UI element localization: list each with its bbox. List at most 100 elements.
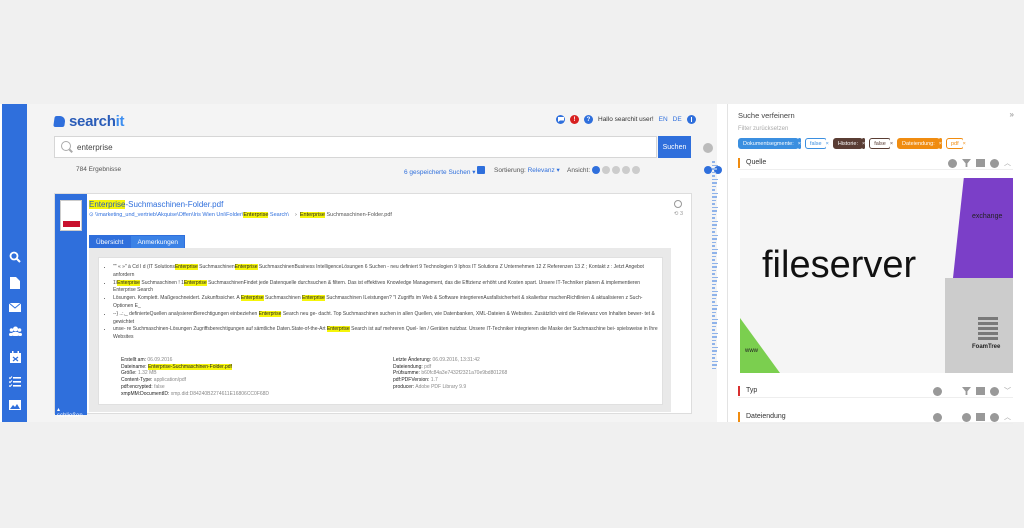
minimap-tick [712, 353, 716, 355]
minimap-tick [712, 206, 718, 208]
image-icon[interactable] [8, 398, 22, 412]
pie-chart-icon[interactable] [948, 158, 957, 168]
view-gallery-icon[interactable] [612, 166, 621, 174]
compass-icon[interactable] [990, 386, 999, 396]
search-button[interactable]: Suchen [658, 136, 691, 158]
meta-row: Prüfsumme: b60fc84a3e7432f2321a70e9bd801… [393, 370, 508, 377]
help-icon[interactable]: ? [584, 115, 593, 124]
metadata-right: Letzte Änderung: 06.09.2016, 13:31:42 Da… [393, 357, 507, 391]
user-greeting[interactable]: Hallo searchit user! [598, 116, 654, 123]
facet-extension[interactable]: Dateiendung ︿ [738, 410, 1013, 424]
folder-icon[interactable] [976, 159, 985, 167]
pie-chart-icon[interactable] [933, 386, 942, 396]
cloud-label-fileserver: fileserver [762, 244, 917, 286]
remove-filter-icon[interactable]: × [825, 138, 829, 149]
view-folder-icon[interactable] [622, 166, 631, 174]
checklist-icon[interactable] [8, 374, 22, 388]
save-icon[interactable] [477, 166, 486, 174]
active-filters: Dokumentsegmente: × false × Historie: × false ×… [738, 138, 966, 149]
tab-notes[interactable]: Anmerkungen [130, 235, 185, 249]
history-count[interactable]: ⟲ 3 [674, 211, 683, 217]
minimap-tick [712, 220, 718, 222]
facet-source[interactable]: Quelle ︿ [738, 156, 1013, 170]
header-actions: ! ? Hallo searchit user! EN DE [556, 115, 696, 124]
document-icon[interactable] [8, 276, 22, 290]
facet-color-bar [738, 386, 740, 396]
refresh-icon[interactable] [962, 412, 971, 422]
result-minimap-scrollbar[interactable] [712, 161, 719, 417]
filter-chip[interactable]: false [869, 138, 891, 149]
result-title[interactable]: Enterprise-Suchmaschinen-Folder.pdf [89, 200, 223, 209]
filter-icon[interactable] [962, 159, 971, 167]
minimap-tick [712, 241, 716, 243]
users-icon[interactable] [8, 324, 22, 338]
remove-filter-icon[interactable]: × [962, 138, 966, 149]
result-tabs: Übersicht Anmerkungen [89, 235, 185, 249]
facet-type[interactable]: Typ ﹀ [738, 384, 1013, 398]
compass-icon[interactable] [990, 158, 999, 168]
chevron-up-icon[interactable]: ︿ [1004, 412, 1011, 422]
tab-overview[interactable]: Übersicht [89, 235, 131, 249]
minimap-tick [712, 290, 718, 292]
facet-color-bar [738, 158, 740, 168]
chevron-down-icon[interactable]: ﹀ [1004, 386, 1011, 396]
metadata-left: Erstellt am: 06.09.2016 Dateiname: Enter… [121, 357, 269, 397]
filter-chip[interactable]: Historie: [832, 138, 863, 149]
calendar-icon[interactable] [8, 350, 22, 364]
alert-icon[interactable]: ! [570, 115, 579, 124]
minimap-tick [712, 262, 718, 264]
facet-color-bar [738, 412, 740, 422]
searchit-logo[interactable]: searchit [53, 112, 124, 130]
source-foamtree[interactable]: fileserver exchange www FoamTree [740, 178, 1013, 373]
remove-filter-icon[interactable]: × [889, 138, 894, 149]
filter-chip[interactable]: pdf [946, 138, 964, 149]
meta-row: Dateiendung: pdf [393, 363, 432, 370]
chat-icon[interactable] [556, 115, 565, 124]
view-list-icon[interactable] [592, 166, 601, 174]
filter-chip[interactable]: Dateiendung: [897, 138, 940, 149]
compass-icon[interactable] [990, 412, 999, 422]
remove-filter-icon[interactable]: × [797, 138, 801, 149]
help-circle-icon[interactable] [686, 115, 696, 124]
minimap-tick [712, 269, 716, 271]
saved-searches-dropdown[interactable]: 6 gespeicherte Suchen ▾ [404, 166, 486, 176]
minimap-tick [712, 210, 717, 212]
minimap-tick [712, 192, 718, 194]
collapse-panel-icon[interactable]: » [1010, 110, 1014, 119]
minimap-tick [712, 287, 715, 289]
search-icon[interactable] [8, 250, 22, 264]
meta-row: Content-Type: application/pdf [121, 377, 187, 384]
cloud-label-www: www [745, 348, 758, 354]
result-path[interactable]: ⊙ \\marketing_und_vertrieb\Akquise\Offen… [89, 212, 392, 218]
folder-icon[interactable] [976, 413, 985, 421]
minimap-tick [712, 329, 715, 331]
minimap-tick [712, 276, 718, 278]
minimap-tick [712, 367, 716, 369]
pie-chart-icon[interactable] [933, 412, 942, 422]
view-tile-icon[interactable] [632, 166, 641, 174]
settings-icon[interactable] [703, 143, 713, 153]
close-preview-link[interactable]: ▴ schließen [57, 406, 87, 419]
detail-box: "" « »" à Cd I d (IT SolutionsEnterprise… [98, 257, 663, 405]
search-input[interactable] [77, 141, 637, 154]
view-grid-icon[interactable] [602, 166, 611, 174]
lang-en[interactable]: EN [659, 116, 668, 123]
refresh-icon[interactable] [674, 200, 683, 208]
filter-chip[interactable]: Dokumentsegmente: [738, 138, 799, 149]
reset-filters-link[interactable]: Filter zurücksetzen [738, 126, 788, 132]
folder-icon[interactable] [976, 387, 985, 395]
export-icon[interactable] [704, 166, 713, 174]
minimap-tick [712, 199, 716, 201]
remove-filter-icon[interactable]: × [861, 138, 866, 149]
minimap-tick [712, 203, 715, 205]
filter-chip[interactable]: false [804, 138, 827, 149]
lang-de[interactable]: DE [673, 116, 682, 123]
filter-icon[interactable] [962, 387, 971, 395]
remove-filter-icon[interactable]: × [938, 138, 942, 149]
mail-icon[interactable] [8, 300, 22, 314]
document-thumbnail[interactable] [60, 200, 82, 231]
minimap-tick [712, 259, 715, 261]
chevron-up-icon[interactable]: ︿ [1004, 158, 1011, 168]
meta-row: pdf:PDFVersion: 1.7 [393, 377, 438, 384]
sort-control[interactable]: Sortierung: Relevanz ▾ [494, 166, 560, 174]
